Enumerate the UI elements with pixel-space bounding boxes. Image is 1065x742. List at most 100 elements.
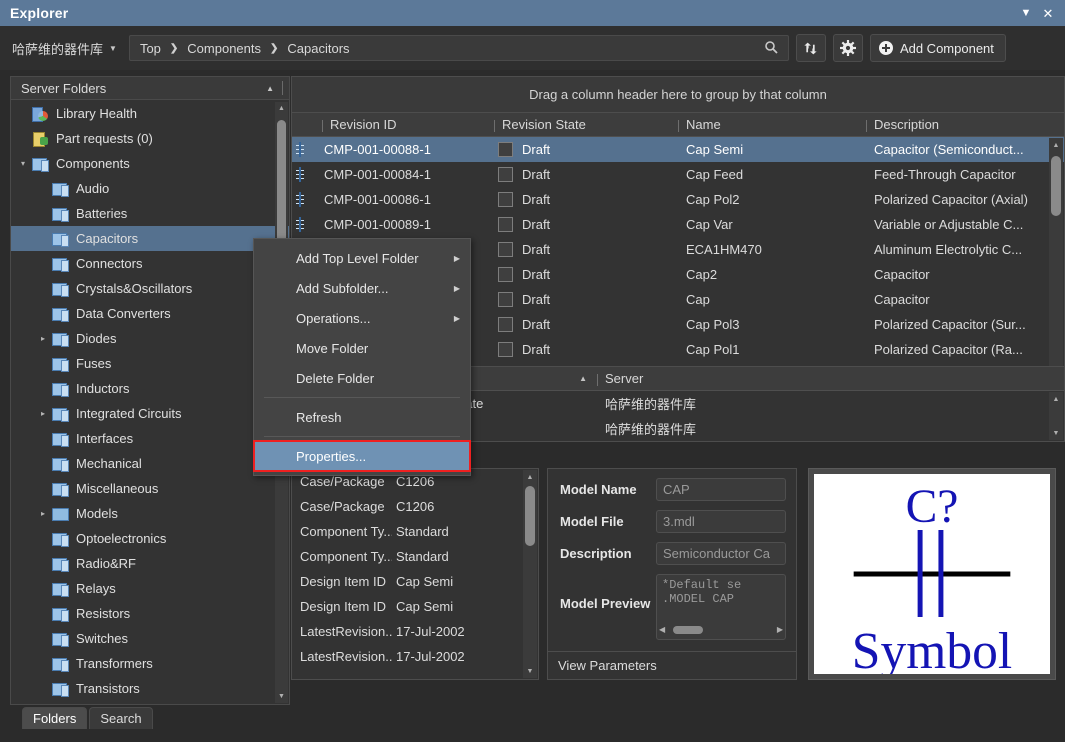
scroll-down-icon[interactable]: ▼ [275, 690, 288, 703]
scroll-thumb[interactable] [1051, 156, 1061, 216]
sidebar-item-relays[interactable]: Relays [11, 576, 289, 601]
revision-state-checkbox[interactable] [498, 142, 513, 157]
table-row[interactable]: CMP-001-00088-1 Draft Cap Semi Capacitor (S… [292, 137, 1064, 162]
scroll-up-icon[interactable]: ▲ [1049, 392, 1063, 406]
sidebar-item-radio-rf[interactable]: Radio&RF [11, 551, 289, 576]
scroll-thumb[interactable] [673, 626, 704, 634]
sidebar-item-integrated-circuits[interactable]: ▸ Integrated Circuits [11, 401, 289, 426]
parameter-row[interactable]: Component Ty... Standard [292, 544, 538, 569]
parameter-row[interactable]: LatestRevision... 17-Jul-2002 [292, 644, 538, 669]
sidebar-item-part-requests-0[interactable]: Part requests (0) [11, 126, 289, 151]
revision-state-checkbox[interactable] [498, 167, 513, 182]
search-icon[interactable] [764, 40, 778, 57]
menu-item-refresh[interactable]: Refresh [254, 402, 470, 432]
menu-item-move-folder[interactable]: Move Folder [254, 333, 470, 363]
model-preview-box[interactable]: *Default se .MODEL CAP ◀ ▶ [656, 574, 786, 640]
grid-header-description[interactable]: Description [864, 117, 1044, 132]
menu-item-delete-folder[interactable]: Delete Folder [254, 363, 470, 393]
library-selector[interactable]: 哈萨维的器件库 ▼ [12, 39, 117, 58]
group-by-bar[interactable]: Drag a column header here to group by th… [291, 76, 1065, 112]
revision-state-checkbox[interactable] [498, 192, 513, 207]
parameters-scrollbar[interactable]: ▲ ▼ [523, 470, 537, 678]
sidebar-item-inductors[interactable]: Inductors [11, 376, 289, 401]
folder-context-menu[interactable]: Add Top Level Folder ▶ Add Subfolder... ▶ Op… [253, 238, 471, 476]
scroll-up-icon[interactable]: ▲ [1049, 138, 1063, 152]
sidebar-item-transformers[interactable]: Transformers [11, 651, 289, 676]
chevron-right-icon[interactable]: ▸ [35, 409, 51, 418]
model-name-input[interactable]: CAP [656, 478, 786, 501]
scroll-thumb[interactable] [525, 486, 535, 546]
sidebar-item-data-converters[interactable]: Data Converters [11, 301, 289, 326]
sidebar-tab-folders[interactable]: Folders [22, 707, 88, 729]
grid-header-name[interactable]: Name [676, 117, 864, 132]
table-row[interactable]: CMP-001-00084-1 Draft Cap Feed Feed-Through… [292, 162, 1064, 187]
revision-state-checkbox[interactable] [498, 217, 513, 232]
table-row[interactable]: CMP-001-00089-1 Draft Cap Var Variable or A… [292, 212, 1064, 237]
parameter-row[interactable]: LatestRevision... 17-Jul-2002 [292, 619, 538, 644]
model-description-input[interactable]: Semiconductor Ca [656, 542, 786, 565]
revision-state-checkbox[interactable] [498, 342, 513, 357]
scroll-up-icon[interactable]: ▲ [275, 102, 288, 115]
parameter-row[interactable]: Component Ty... Standard [292, 519, 538, 544]
sidebar-item-label: Inductors [76, 381, 130, 396]
revision-state-checkbox[interactable] [498, 292, 513, 307]
grid-header-revision-state[interactable]: Revision State [492, 117, 676, 132]
folder-tree[interactable]: Library Health Part requests (0) ▾ Componen… [11, 101, 289, 704]
scroll-up-icon[interactable]: ▲ [523, 470, 537, 484]
sidebar-item-transistors[interactable]: Transistors [11, 676, 289, 701]
menu-item-operations[interactable]: Operations... ▶ [254, 303, 470, 333]
models-scrollbar[interactable]: ▲ ▼ [1049, 392, 1063, 440]
grid-header-revision-id[interactable]: Revision ID [320, 117, 492, 132]
model-preview-hscrollbar[interactable]: ◀ ▶ [659, 623, 783, 637]
sidebar-item-capacitors[interactable]: Capacitors [11, 226, 289, 251]
sidebar-item-interfaces[interactable]: Interfaces [11, 426, 289, 451]
menu-item-properties[interactable]: Properties... [253, 440, 471, 472]
sidebar-item-batteries[interactable]: Batteries [11, 201, 289, 226]
chevron-right-icon[interactable]: ▸ [35, 334, 51, 343]
sidebar-item-optoelectronics[interactable]: Optoelectronics [11, 526, 289, 551]
sidebar-item-models[interactable]: ▸ Models [11, 501, 289, 526]
menu-item-add-top-level-folder[interactable]: Add Top Level Folder ▶ [254, 243, 470, 273]
parameter-row[interactable]: Design Item ID Cap Semi [292, 594, 538, 619]
sidebar-item-audio[interactable]: Audio [11, 176, 289, 201]
sidebar-item-switches[interactable]: Switches [11, 626, 289, 651]
sidebar-item-miscellaneous[interactable]: Miscellaneous [11, 476, 289, 501]
sidebar-item-library-health[interactable]: Library Health [11, 101, 289, 126]
sidebar-item-crystals-oscillators[interactable]: Crystals&Oscillators [11, 276, 289, 301]
grid-scrollbar[interactable]: ▲ ▼ [1049, 138, 1063, 396]
sidebar-item-components[interactable]: ▾ Components [11, 151, 289, 176]
chevron-up-icon[interactable]: ▲ [266, 84, 274, 93]
scroll-right-icon[interactable]: ▶ [777, 625, 783, 635]
sidebar-item-connectors[interactable]: Connectors [11, 251, 289, 276]
breadcrumb-item-capacitors[interactable]: Capacitors [287, 41, 349, 56]
breadcrumb-item-top[interactable]: Top [140, 41, 161, 56]
revision-state-checkbox[interactable] [498, 317, 513, 332]
menu-item-add-subfolder[interactable]: Add Subfolder... ▶ [254, 273, 470, 303]
parameter-row[interactable]: Case/Package C1206 [292, 494, 538, 519]
refresh-icon[interactable] [795, 34, 826, 62]
close-icon[interactable]: ✕ [1037, 2, 1059, 24]
chevron-down-icon[interactable]: ▾ [15, 159, 31, 168]
sidebar-item-fuses[interactable]: Fuses [11, 351, 289, 376]
sidebar-item-resistors[interactable]: Resistors [11, 601, 289, 626]
models-header-server[interactable]: Server [595, 371, 845, 386]
scroll-left-icon[interactable]: ◀ [659, 625, 665, 635]
scroll-down-icon[interactable]: ▼ [523, 664, 537, 678]
add-component-button[interactable]: Add Component [869, 34, 1006, 62]
revision-state-checkbox[interactable] [498, 242, 513, 257]
scroll-down-icon[interactable]: ▼ [1049, 426, 1063, 440]
chevron-down-icon[interactable]: ▼ [1015, 2, 1037, 24]
revision-state-checkbox[interactable] [498, 267, 513, 282]
gear-icon[interactable] [832, 34, 863, 62]
breadcrumb-item-components[interactable]: Components [187, 41, 261, 56]
sidebar-item-diodes[interactable]: ▸ Diodes [11, 326, 289, 351]
sidebar-tab-search[interactable]: Search [89, 707, 153, 729]
chevron-right-icon[interactable]: ▸ [35, 509, 51, 518]
parameters-panel[interactable]: Case/Package C1206 Case/Package C1206 Compon… [291, 468, 539, 680]
model-file-input[interactable]: 3.mdl [656, 510, 786, 533]
view-parameters-button[interactable]: View Parameters [548, 651, 796, 679]
sidebar-item-mechanical[interactable]: Mechanical [11, 451, 289, 476]
breadcrumb[interactable]: Top ❯ Components ❯ Capacitors [128, 35, 789, 61]
parameter-row[interactable]: Design Item ID Cap Semi [292, 569, 538, 594]
table-row[interactable]: CMP-001-00086-1 Draft Cap Pol2 Polarized Ca… [292, 187, 1064, 212]
